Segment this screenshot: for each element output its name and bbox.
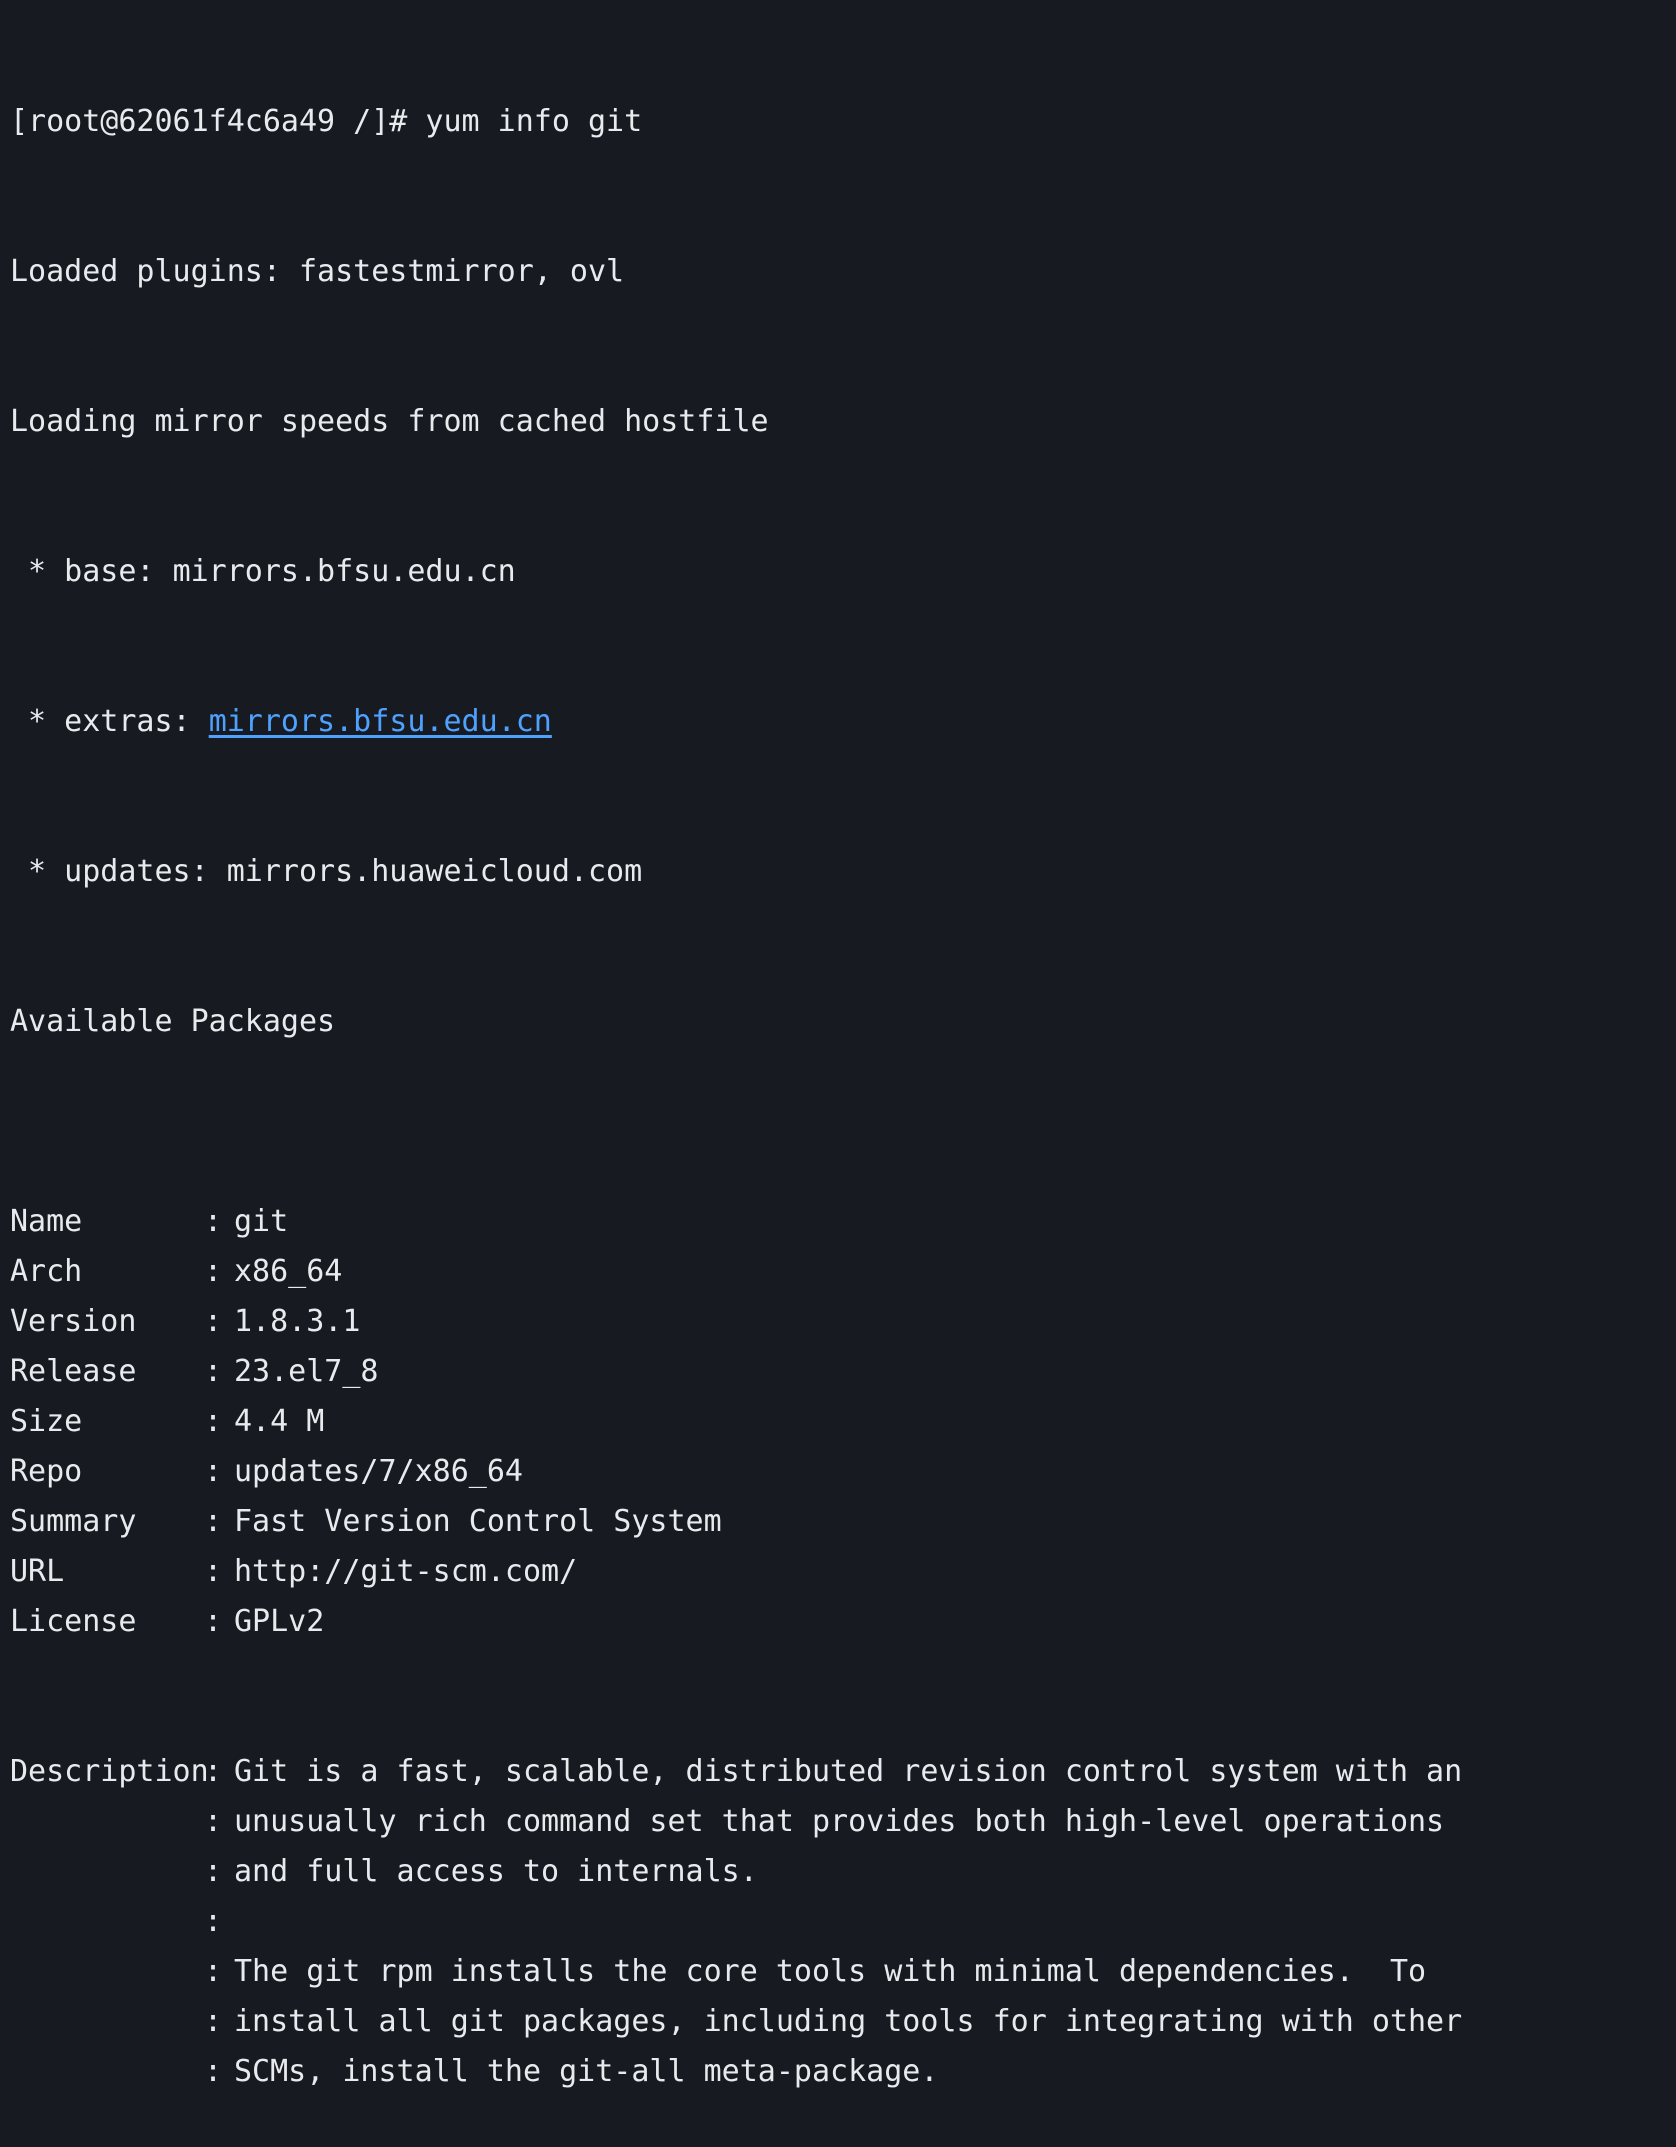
info-value: Fast Version Control System (234, 1504, 722, 1539)
info-key: Size (10, 1404, 83, 1439)
info-separator: : (204, 1904, 241, 1939)
info-key: Name (10, 1204, 83, 1239)
info-key-blank (10, 1947, 204, 1997)
info-separator: : (204, 1404, 241, 1439)
info-row-repo: Repo: updates/7/x86_64 (10, 1447, 1676, 1497)
info-key: Arch (10, 1254, 83, 1289)
info-row-summary: Summary: Fast Version Control System (10, 1497, 1676, 1547)
description-text: The git rpm installs the core tools with… (234, 1954, 1427, 1989)
info-key-blank (10, 2047, 204, 2097)
info-separator: : (204, 1454, 241, 1489)
info-key: URL (10, 1554, 65, 1589)
description-line: Description: Git is a fast, scalable, di… (10, 1747, 1676, 1797)
info-separator: : (204, 1804, 241, 1839)
terminal-window[interactable]: [root@62061f4c6a49 /]# yum info git Load… (0, 0, 1676, 2089)
info-key: Summary (10, 1504, 137, 1539)
mirror-extras: * extras: mirrors.bfsu.edu.cn (10, 697, 1676, 747)
info-separator: : (204, 1754, 241, 1789)
info-row-arch: Arch: x86_64 (10, 1247, 1676, 1297)
plugins-output: Loaded plugins: fastestmirror, ovl (10, 254, 625, 289)
info-row-url: URL: http://git-scm.com/ (10, 1547, 1676, 1597)
info-separator: : (204, 1504, 241, 1539)
info-key: License (10, 1604, 137, 1639)
description-line: : SCMs, install the git-all meta-package… (10, 2047, 1676, 2097)
description-line: : (10, 1897, 1676, 1947)
description-text: and full access to internals. (234, 1854, 758, 1889)
info-key: Repo (10, 1454, 83, 1489)
mirror-base-host: mirrors.bfsu.edu.cn (172, 554, 516, 589)
description-line: : unusually rich command set that provid… (10, 1797, 1676, 1847)
mirror-extras-prefix: * extras: (10, 704, 209, 739)
mirror-speeds-output: Loading mirror speeds from cached hostfi… (10, 404, 769, 439)
info-value: git (234, 1204, 289, 1239)
info-row-name: Name: git (10, 1197, 1676, 1247)
description-line: : install all git packages, including to… (10, 1997, 1676, 2047)
info-separator: : (204, 2004, 241, 2039)
info-separator: : (204, 1204, 241, 1239)
description-text: SCMs, install the git-all meta-package. (234, 2054, 939, 2089)
info-value: http://git-scm.com/ (234, 1554, 578, 1589)
info-key-blank (10, 1847, 204, 1897)
info-value: x86_64 (234, 1254, 343, 1289)
info-separator: : (204, 1954, 241, 1989)
info-row-size: Size: 4.4 M (10, 1397, 1676, 1447)
info-value: 1.8.3.1 (234, 1304, 361, 1339)
description-line: : and full access to internals. (10, 1847, 1676, 1897)
mirror-base-prefix: * base: (10, 554, 173, 589)
info-key: Version (10, 1304, 137, 1339)
info-separator: : (204, 1354, 241, 1389)
mirror-updates-host: mirrors.huaweicloud.com (226, 854, 643, 889)
info-key: Description (10, 1754, 209, 1789)
command-line: [root@62061f4c6a49 /]# yum info git (10, 104, 643, 139)
available-packages-heading: Available Packages (10, 1004, 336, 1039)
description-text: Git is a fast, scalable, distributed rev… (234, 1754, 1463, 1789)
description-text: install all git packages, including tool… (234, 2004, 1463, 2039)
info-separator: : (204, 1604, 241, 1639)
info-row-release: Release: 23.el7_8 (10, 1347, 1676, 1397)
mirror-updates: * updates: mirrors.huaweicloud.com (10, 847, 1676, 897)
mirror-base: * base: mirrors.bfsu.edu.cn (10, 547, 1676, 597)
info-value: 4.4 M (234, 1404, 325, 1439)
info-value: GPLv2 (234, 1604, 325, 1639)
info-separator: : (204, 1304, 241, 1339)
info-key-blank (10, 1797, 204, 1847)
description-text: unusually rich command set that provides… (234, 1804, 1445, 1839)
info-value: 23.el7_8 (234, 1354, 379, 1389)
info-value: updates/7/x86_64 (234, 1454, 523, 1489)
info-separator: : (204, 1254, 241, 1289)
mirror-extras-link[interactable]: mirrors.bfsu.edu.cn (209, 704, 552, 739)
info-key-blank (10, 1997, 204, 2047)
description-line: : The git rpm installs the core tools wi… (10, 1947, 1676, 1997)
info-key-blank (10, 1897, 204, 1947)
info-separator: : (204, 1554, 241, 1589)
package-info-fields: Name: git Arch: x86_64 Version: 1.8.3.1 Rel… (10, 1197, 1676, 1647)
info-separator: : (204, 1854, 241, 1889)
info-key: Release (10, 1354, 137, 1389)
package-description: Description: Git is a fast, scalable, di… (10, 1747, 1676, 2097)
info-separator: : (204, 2054, 241, 2089)
mirror-updates-prefix: * updates: (10, 854, 227, 889)
info-row-version: Version: 1.8.3.1 (10, 1297, 1676, 1347)
info-row-license: License: GPLv2 (10, 1597, 1676, 1647)
